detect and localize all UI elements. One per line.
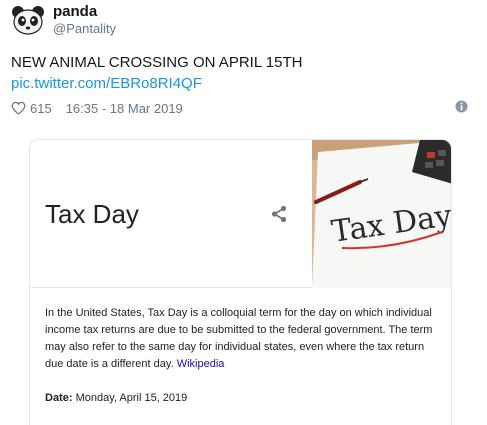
user-handle[interactable]: @Pantality (53, 20, 116, 37)
tweet-timestamp[interactable]: 16:35 - 18 Mar 2019 (66, 101, 183, 116)
date-value: Monday, April 15, 2019 (75, 392, 188, 404)
like-count[interactable]: 615 (30, 101, 52, 116)
card-description: In the United States, Tax Day is a collo… (45, 305, 440, 373)
heart-icon[interactable] (11, 101, 26, 115)
date-label: Date: (45, 392, 73, 404)
share-icon[interactable] (269, 204, 289, 224)
card-header: Tax Day Tax Day (30, 140, 452, 288)
panda-avatar-icon[interactable] (10, 5, 46, 35)
display-name[interactable]: panda (53, 3, 116, 20)
media-card[interactable]: Tax Day Tax Day In the United States, Ta… (29, 139, 452, 425)
tweet-text: NEW ANIMAL CROSSING ON APRIL 15TH (11, 54, 303, 71)
tweet-header: panda @Pantality (10, 3, 470, 37)
user-info[interactable]: panda @Pantality (53, 3, 116, 37)
card-date: Date: Monday, April 15, 2019 (45, 391, 187, 406)
tax-day-photo[interactable]: Tax Day (312, 140, 452, 288)
info-icon[interactable] (455, 100, 468, 113)
tweet-media-link[interactable]: pic.twitter.com/EBRo8RI4QF (11, 74, 202, 93)
description-text: In the United States, Tax Day is a collo… (45, 307, 433, 370)
card-title: Tax Day (45, 199, 139, 229)
tweet-meta: 615 16:35 - 18 Mar 2019 (11, 100, 183, 116)
wikipedia-link[interactable]: Wikipedia (177, 358, 225, 370)
